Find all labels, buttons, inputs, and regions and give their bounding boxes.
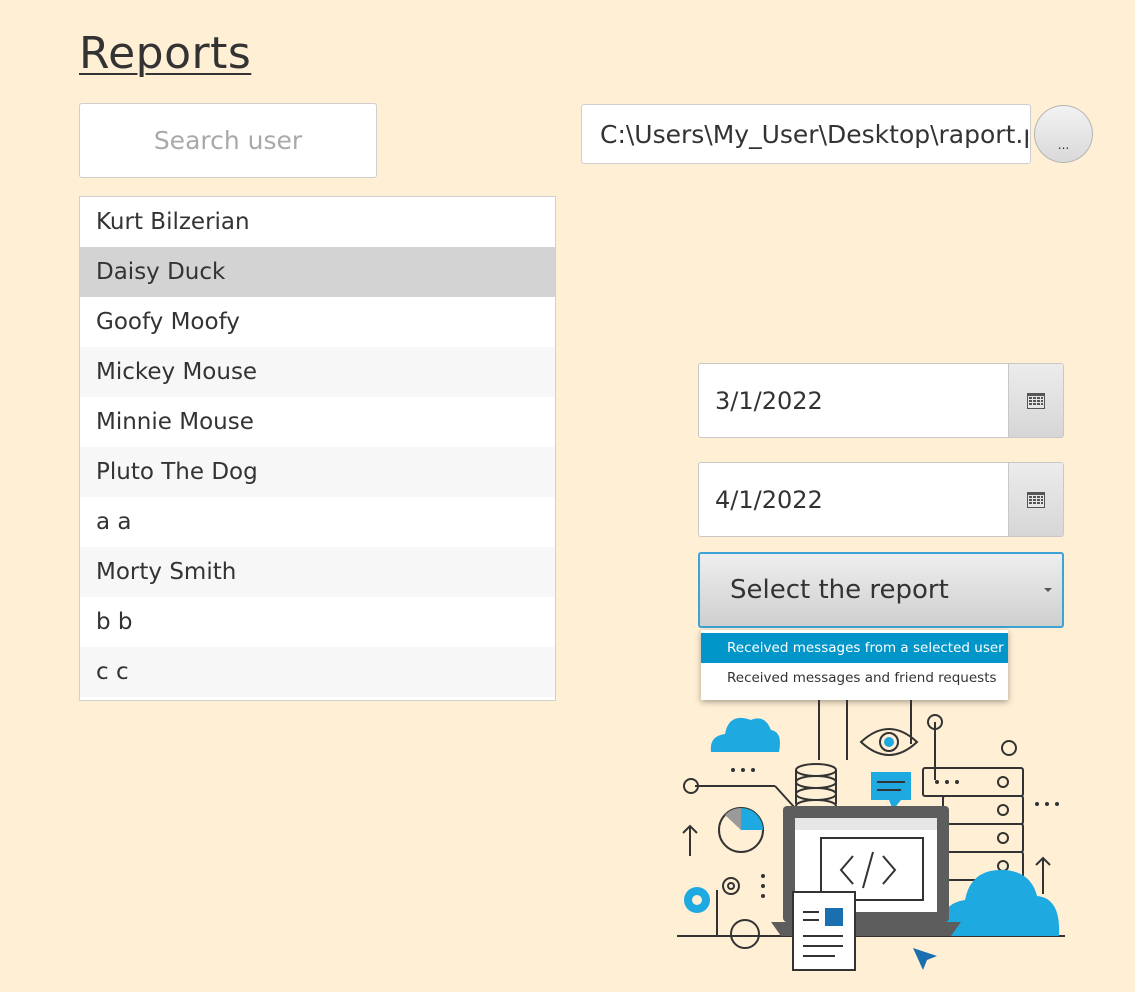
report-option-messages-friend-requests[interactable]: Received messages and friend requests (701, 663, 1008, 693)
report-select-label: Select the report (730, 575, 949, 605)
report-dropdown-menu: Received messages from a selected user R… (701, 630, 1008, 700)
file-path-input[interactable] (598, 118, 1030, 150)
date-to-value[interactable]: 4/1/2022 (699, 463, 1008, 536)
file-path-field[interactable] (581, 104, 1031, 164)
list-item[interactable]: Pluto The Dog (80, 447, 555, 497)
user-list[interactable]: Kurt Bilzerian Daisy Duck Goofy Moofy Mi… (79, 196, 556, 701)
list-item[interactable]: Mickey Mouse (80, 347, 555, 397)
list-item-selected[interactable]: Daisy Duck (80, 247, 555, 297)
list-item[interactable]: c c (80, 647, 555, 697)
calendar-icon (1027, 491, 1045, 508)
list-item[interactable]: a a (80, 497, 555, 547)
list-item[interactable]: Morty Smith (80, 547, 555, 597)
list-item[interactable]: Kurt Bilzerian (80, 197, 555, 247)
date-from-picker[interactable]: 3/1/2022 (698, 363, 1064, 438)
report-option-received-messages-user[interactable]: Received messages from a selected user (701, 633, 1008, 663)
calendar-button[interactable] (1008, 463, 1063, 536)
search-box[interactable] (79, 103, 377, 178)
tech-illustration (677, 700, 1065, 971)
list-item[interactable]: b b (80, 597, 555, 647)
date-to-picker[interactable]: 4/1/2022 (698, 462, 1064, 537)
browse-button[interactable]: ... (1034, 105, 1093, 163)
chevron-down-icon (1044, 588, 1052, 592)
list-item[interactable]: Minnie Mouse (80, 397, 555, 447)
report-select[interactable]: Select the report (698, 552, 1064, 628)
search-input[interactable] (80, 125, 376, 156)
calendar-button[interactable] (1008, 364, 1063, 437)
list-item[interactable]: Goofy Moofy (80, 297, 555, 347)
calendar-icon (1027, 392, 1045, 409)
date-from-value[interactable]: 3/1/2022 (699, 364, 1008, 437)
page-title: Reports (79, 28, 252, 79)
